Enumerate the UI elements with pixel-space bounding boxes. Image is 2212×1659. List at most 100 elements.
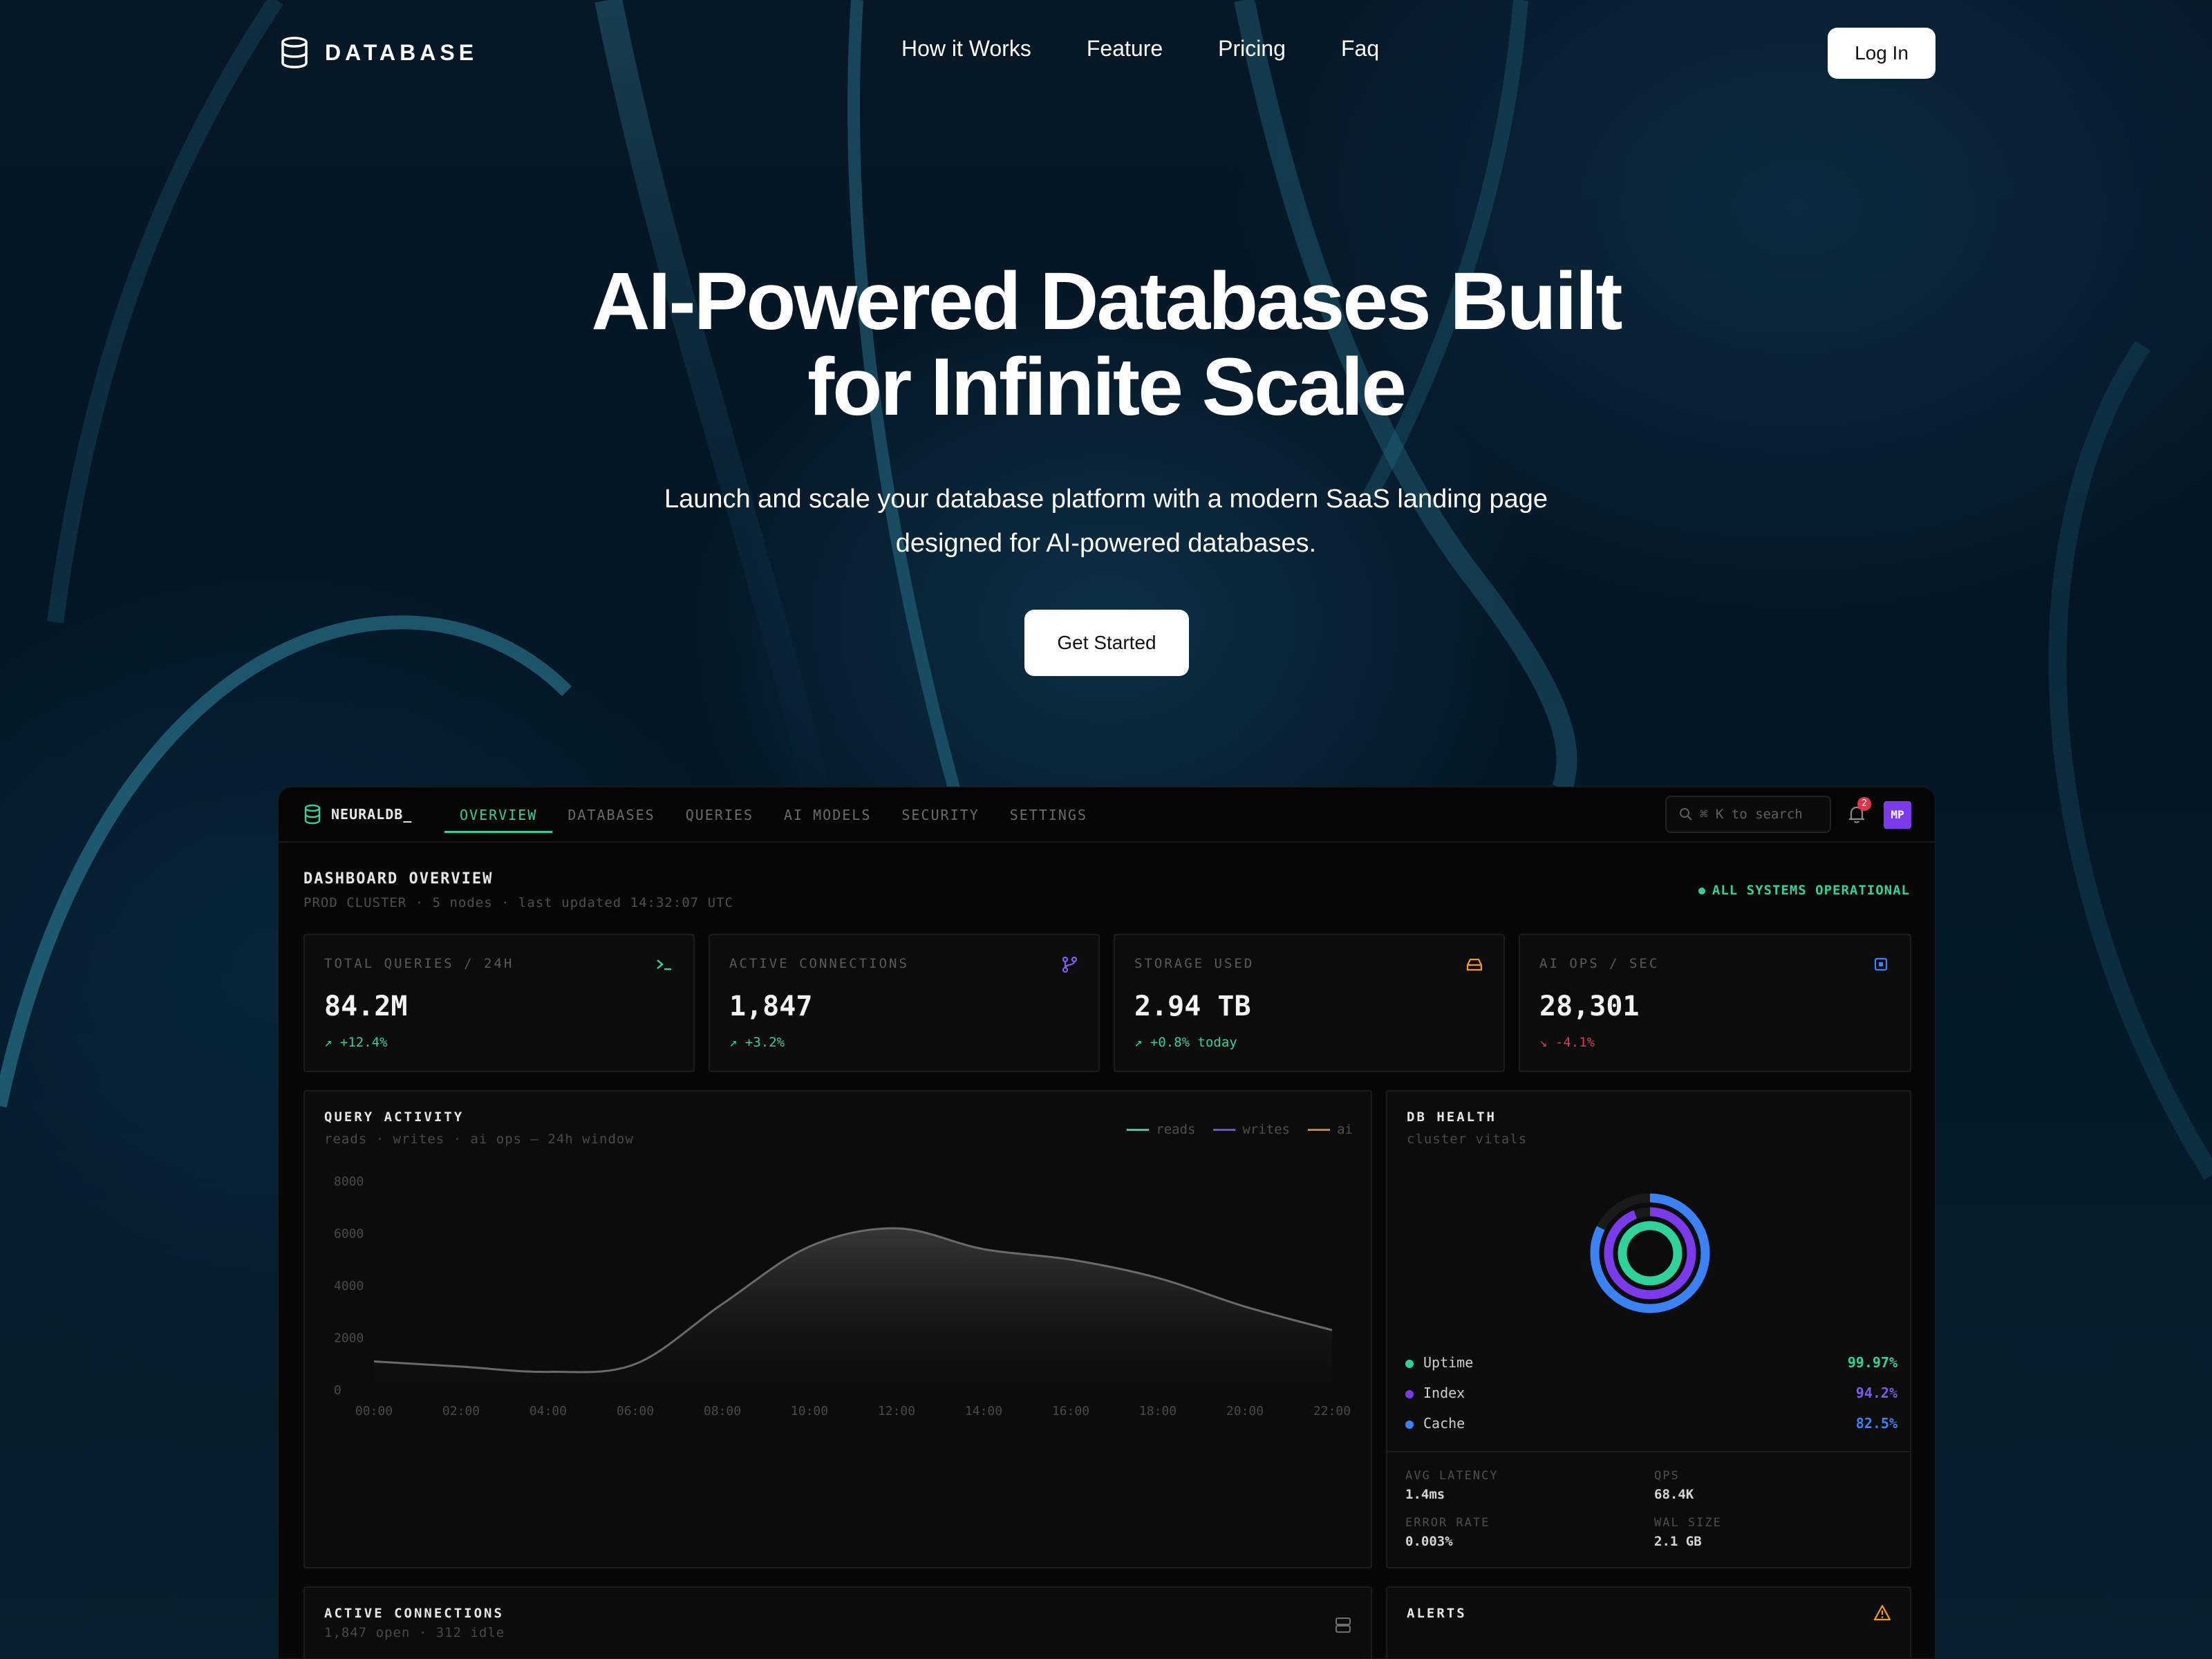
ring-uptime — [1618, 1221, 1683, 1286]
x-tick-label: 02:00 — [442, 1404, 480, 1418]
status-dot — [1405, 1389, 1414, 1398]
stat-card-storage-used[interactable]: STORAGE USED 2.94 TB ↗ +0.8% today — [1114, 934, 1505, 1072]
tab-security[interactable]: SECURITY — [886, 787, 994, 843]
hero-title-line-1: AI-Powered Databases Built — [591, 256, 1622, 347]
dashboard-tabs: OVERVIEW DATABASES QUERIES AI MODELS SEC… — [444, 787, 1103, 843]
health-label-group: Uptime — [1405, 1354, 1473, 1371]
server-icon[interactable] — [1333, 1615, 1353, 1635]
metric-value: 2.1 GB — [1654, 1534, 1702, 1549]
stat-card-active-connections[interactable]: ACTIVE CONNECTIONS 1,847 ↗ +3.2% — [709, 934, 1100, 1072]
drive-icon — [1466, 958, 1483, 971]
x-tick-label: 12:00 — [878, 1404, 915, 1418]
alerts-panel: ALERTS — [1386, 1586, 1911, 1658]
hero-title-line-2: for Infinite Scale — [807, 341, 1407, 433]
avatar[interactable]: MP — [1884, 801, 1911, 829]
tab-queries[interactable]: QUERIES — [671, 787, 769, 843]
stat-label: TOTAL QUERIES / 24H — [324, 956, 514, 971]
tab-overview[interactable]: OVERVIEW — [444, 787, 553, 843]
search-icon — [1680, 808, 1692, 821]
logo-text: DATABASE — [325, 39, 478, 65]
nav-link-faq[interactable]: Faq — [1341, 36, 1379, 62]
health-value: 94.2% — [1855, 1385, 1897, 1401]
panel-title: ACTIVE CONNECTIONS — [324, 1606, 504, 1621]
y-tick-label: 0 — [334, 1383, 341, 1398]
db-health-panel: DB HEALTH cluster vitals Uptime 99.97% I… — [1386, 1090, 1911, 1568]
health-label: Cache — [1423, 1415, 1465, 1432]
stat-value: 28,301 — [1539, 991, 1640, 1022]
y-tick-label: 2000 — [334, 1331, 364, 1346]
stat-card-total-queries[interactable]: TOTAL QUERIES / 24H 84.2M ↗ +12.4% — [303, 934, 695, 1072]
stat-card-ai-ops[interactable]: AI OPS / SEC 28,301 ↘ -4.1% — [1519, 934, 1911, 1072]
stat-delta: ↘ -4.1% — [1539, 1035, 1595, 1050]
metric-label: QPS — [1654, 1469, 1680, 1483]
nav-link-feature[interactable]: Feature — [1087, 36, 1163, 62]
health-label: Index — [1423, 1385, 1465, 1401]
health-label-group: Cache — [1405, 1415, 1465, 1432]
dashboard-title: DASHBOARD OVERVIEW — [303, 870, 494, 888]
query-activity-panel: QUERY ACTIVITY reads · writes · ai ops —… — [303, 1090, 1372, 1568]
stat-value: 84.2M — [324, 991, 408, 1022]
tab-databases[interactable]: DATABASES — [552, 787, 670, 843]
x-tick-label: 10:00 — [791, 1404, 828, 1418]
login-button[interactable]: Log In — [1828, 28, 1936, 79]
stat-label: STORAGE USED — [1134, 956, 1255, 971]
health-label-group: Index — [1405, 1385, 1465, 1401]
nav-link-how-it-works[interactable]: How it Works — [901, 36, 1031, 62]
stat-delta: ↗ +12.4% — [324, 1035, 388, 1050]
top-nav: DATABASE How it Works Feature Pricing Fa… — [0, 0, 2212, 106]
panel-subtitle: 1,847 open · 312 idle — [324, 1625, 505, 1640]
x-tick-label: 00:00 — [355, 1404, 393, 1418]
stat-label: ACTIVE CONNECTIONS — [729, 956, 909, 971]
dashboard-brand[interactable]: NEURALDB_ — [303, 804, 412, 825]
dashboard-topbar: NEURALDB_ OVERVIEW DATABASES QUERIES AI … — [279, 787, 1935, 843]
x-tick-label: 16:00 — [1052, 1404, 1089, 1418]
hero-subtitle-line-2: designed for AI-powered databases. — [895, 529, 1317, 558]
status-dot — [1405, 1420, 1414, 1429]
dashboard-brand-text: NEURALDB_ — [331, 806, 413, 823]
stat-delta: ↗ +0.8% today — [1134, 1035, 1237, 1050]
panel-title: DB HEALTH — [1407, 1109, 1497, 1125]
search-placeholder: ⌘ K to search — [1700, 807, 1803, 822]
divider — [1387, 1451, 1910, 1452]
x-tick-label: 22:00 — [1313, 1404, 1351, 1418]
dashboard-search-input[interactable]: ⌘ K to search — [1665, 796, 1831, 833]
health-label: Uptime — [1423, 1354, 1474, 1371]
terminal-icon — [657, 959, 671, 971]
y-tick-label: 4000 — [334, 1279, 364, 1293]
status-dot — [1698, 887, 1705, 894]
logo[interactable]: DATABASE — [279, 36, 478, 69]
x-tick-label: 14:00 — [965, 1404, 1002, 1418]
query-activity-chart: 8000 6000 4000 2000 0 00:00 02:00 04:00 06:00 08:… — [334, 1174, 1351, 1418]
stat-value: 1,847 — [729, 991, 813, 1022]
system-status: ALL SYSTEMS OPERATIONAL — [1698, 883, 1910, 898]
x-tick-label: 06:00 — [617, 1404, 654, 1418]
nav-links: How it Works Feature Pricing Faq — [901, 36, 1379, 62]
hero-subtitle-line-1: Launch and scale your database platform … — [664, 485, 1548, 514]
health-ring-chart — [1590, 1193, 1710, 1313]
y-tick-label: 8000 — [334, 1174, 364, 1189]
stat-delta: ↗ +3.2% — [729, 1035, 785, 1050]
stat-value: 2.94 TB — [1134, 991, 1251, 1022]
series-area-reads — [374, 1228, 1332, 1390]
panel-subtitle: cluster vitals — [1407, 1132, 1528, 1147]
chip-icon — [1874, 957, 1888, 971]
metric-label: WAL SIZE — [1654, 1516, 1722, 1530]
system-status-text: ALL SYSTEMS OPERATIONAL — [1712, 883, 1910, 898]
x-tick-label: 04:00 — [529, 1404, 567, 1418]
database-icon — [304, 804, 321, 825]
warning-icon — [1873, 1604, 1891, 1621]
active-connections-panel: ACTIVE CONNECTIONS 1,847 open · 312 idle — [303, 1586, 1372, 1658]
nav-link-pricing[interactable]: Pricing — [1218, 36, 1286, 62]
metric-value: 68.4K — [1654, 1487, 1694, 1502]
x-tick-label: 18:00 — [1139, 1404, 1177, 1418]
get-started-button[interactable]: Get Started — [1024, 610, 1189, 676]
dashboard-preview: NEURALDB_ OVERVIEW DATABASES QUERIES AI … — [278, 787, 1936, 1659]
health-row-cache: Cache 82.5% — [1405, 1415, 1897, 1432]
hero-title: AI-Powered Databases Built for Infinite … — [415, 259, 1797, 430]
metric-value: 1.4ms — [1405, 1487, 1445, 1502]
tab-ai-models[interactable]: AI MODELS — [769, 787, 886, 843]
hero-subtitle: Launch and scale your database platform … — [553, 477, 1659, 565]
y-tick-label: 6000 — [334, 1227, 364, 1241]
notification-badge: 2 — [1857, 797, 1871, 811]
tab-settings[interactable]: SETTINGS — [995, 787, 1103, 843]
